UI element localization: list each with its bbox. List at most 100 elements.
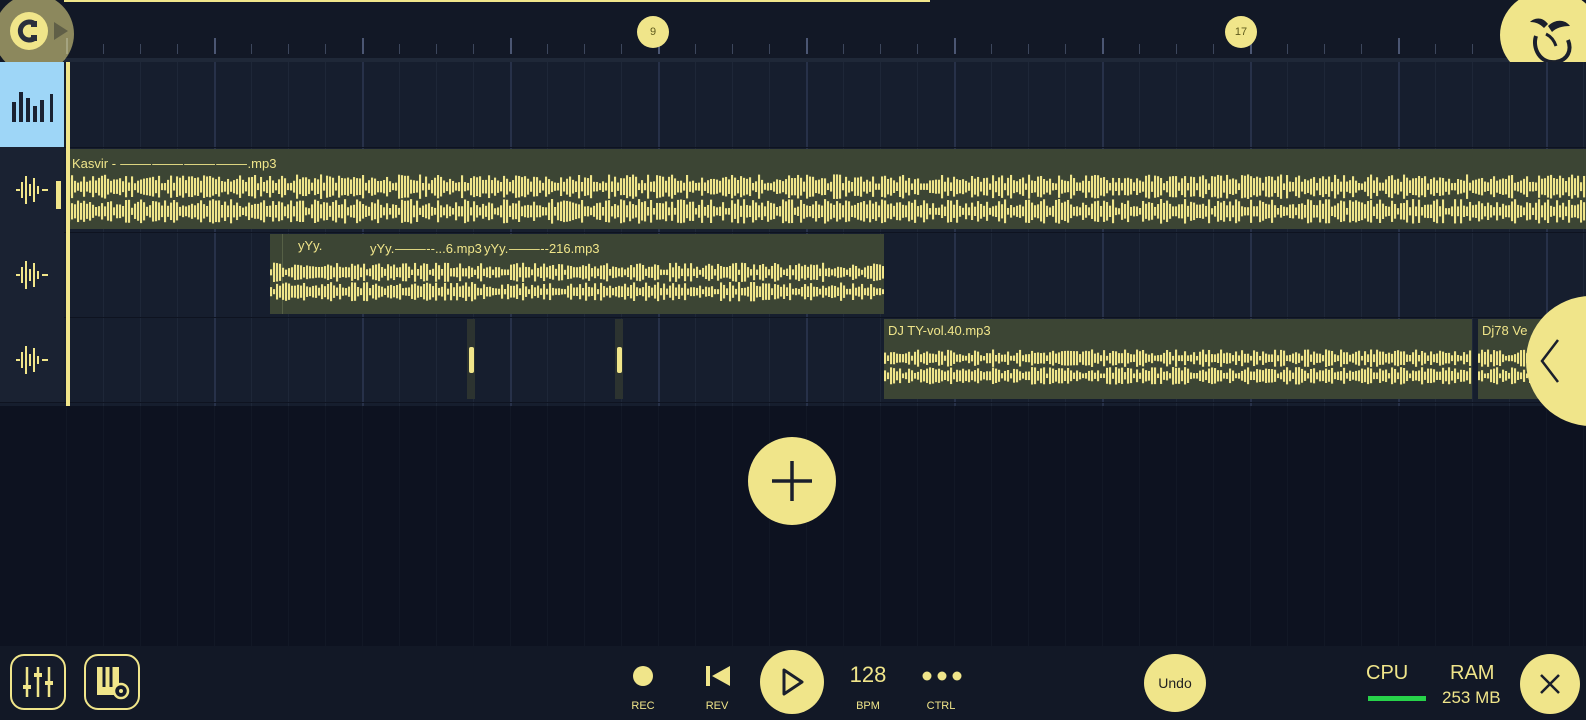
waveform-bar	[908, 201, 911, 222]
audio-clip[interactable]: yYy. yYy.⸻--...6.mp3 yYy.⸻--216.mp3	[270, 234, 884, 314]
waveform-bar	[1115, 182, 1118, 191]
waveform-bar	[1541, 205, 1544, 218]
track-header-2[interactable]	[0, 232, 64, 317]
waveform-bar	[1499, 207, 1502, 216]
waveform-bar	[953, 352, 956, 364]
waveform-bar	[1457, 179, 1460, 195]
audio-clip-small[interactable]	[467, 319, 475, 399]
bar-marker[interactable]: 17	[1225, 16, 1257, 48]
waveform-bar	[851, 205, 854, 218]
waveform-bar	[1418, 175, 1421, 198]
waveform-bar	[1043, 352, 1046, 364]
waveform-bar	[494, 208, 497, 215]
waveform-bar	[426, 282, 429, 301]
waveform-bar	[1040, 353, 1043, 364]
waveform-bar	[74, 180, 77, 193]
waveform-bar	[1298, 204, 1301, 219]
waveform-bar	[1091, 203, 1094, 219]
waveform-bar	[1166, 371, 1169, 381]
waveform-bar	[294, 264, 297, 280]
loop-range-bar[interactable]	[64, 0, 930, 2]
waveform-bar	[1322, 176, 1325, 198]
audio-track-2[interactable]: yYy. yYy.⸻--...6.mp3 yYy.⸻--216.mp3	[0, 232, 1586, 318]
playhead[interactable]	[66, 62, 70, 406]
waveform-bar	[1250, 371, 1253, 381]
waveform-bar	[1067, 181, 1070, 193]
waveform-bar	[438, 265, 441, 280]
waveform-bar	[998, 352, 1001, 364]
waveform-bar	[786, 287, 789, 296]
waveform-bar	[1517, 204, 1520, 218]
waveform-bar	[1256, 176, 1259, 197]
waveform-bar	[1289, 370, 1292, 382]
waveform-bar	[1154, 206, 1157, 216]
playlist-tracks[interactable]: Kasvir - ⸻⸻⸻⸻.mp3 yYy. yYy.⸻--...6.mp3 y…	[0, 62, 1586, 406]
waveform-bar	[1211, 367, 1214, 385]
rewind-button[interactable]: REV	[694, 646, 740, 720]
audio-clip-small[interactable]	[615, 319, 623, 399]
timeline-ruler[interactable]: 9 17	[0, 0, 1586, 62]
record-button[interactable]: REC	[620, 646, 666, 720]
waveform-bar	[1337, 371, 1340, 380]
grid-line	[1398, 406, 1399, 646]
waveform-bar	[341, 177, 344, 196]
piano-roll-settings-button[interactable]	[84, 654, 140, 710]
waveform-bar	[947, 200, 950, 223]
waveform-bar	[941, 351, 944, 365]
waveform-bar	[1328, 350, 1331, 366]
waveform-bar	[1184, 351, 1187, 366]
waveform-bar	[1160, 354, 1163, 362]
audio-track-3[interactable]: DJ TY-vol.40.mp3 Dj78 Ve	[0, 317, 1586, 403]
close-button[interactable]	[1520, 654, 1580, 714]
track-header-3[interactable]	[0, 317, 64, 402]
waveform-bar	[288, 268, 291, 277]
tempo-button[interactable]: 128 BPM	[838, 646, 898, 720]
audio-clip[interactable]: Kasvir - ⸻⸻⸻⸻.mp3	[68, 149, 1586, 229]
waveform-bar	[77, 200, 80, 223]
waveform-bar	[470, 207, 473, 216]
waveform-bar	[585, 282, 588, 301]
audio-clip[interactable]: DJ TY-vol.40.mp3	[884, 319, 1472, 399]
bar-marker[interactable]: 9	[637, 16, 669, 48]
waveform-bar	[1340, 349, 1343, 367]
waveform-bar	[422, 205, 425, 218]
waveform-bar	[630, 284, 633, 299]
pattern-track[interactable]	[0, 62, 1586, 148]
waveform-bar	[1202, 349, 1205, 367]
waveform-bar	[1433, 200, 1436, 222]
waveform-bar	[902, 373, 905, 379]
waveform-bar	[1529, 203, 1532, 220]
waveform-bar	[756, 285, 759, 298]
waveform-bar	[384, 268, 387, 276]
waveform-bar	[1010, 204, 1013, 218]
waveform-bar	[1349, 200, 1352, 223]
waveform-bar	[1388, 352, 1391, 364]
waveform-bar	[816, 286, 819, 297]
add-track-button[interactable]	[748, 437, 836, 525]
waveform-bar	[576, 267, 579, 278]
waveform-bar	[780, 286, 783, 297]
mixer-button[interactable]	[10, 654, 66, 710]
waveform-bar	[884, 370, 887, 382]
waveform-bar	[1412, 199, 1415, 224]
waveform-bar	[810, 283, 813, 301]
waveform-bar	[492, 269, 495, 276]
track-header-pattern[interactable]	[0, 62, 64, 147]
waveform-bar	[1520, 372, 1523, 380]
waveform-bar	[1259, 355, 1262, 361]
waveform-bar	[1145, 175, 1148, 198]
waveform-bar	[509, 205, 512, 217]
grid-line	[1139, 406, 1140, 646]
play-button[interactable]	[760, 650, 824, 714]
audio-track-1[interactable]: Kasvir - ⸻⸻⸻⸻.mp3	[0, 147, 1586, 233]
waveform-bar	[762, 263, 765, 281]
waveform-bar	[665, 180, 668, 193]
waveform-bar	[1358, 350, 1361, 366]
controls-button[interactable]: CTRL	[918, 646, 964, 720]
waveform-bar	[342, 287, 345, 296]
waveform-bar	[989, 207, 992, 215]
track-header-1[interactable]	[0, 147, 64, 232]
waveform-bar	[1427, 368, 1430, 384]
waveform-bar	[479, 176, 482, 198]
undo-button[interactable]: Undo	[1144, 654, 1206, 712]
